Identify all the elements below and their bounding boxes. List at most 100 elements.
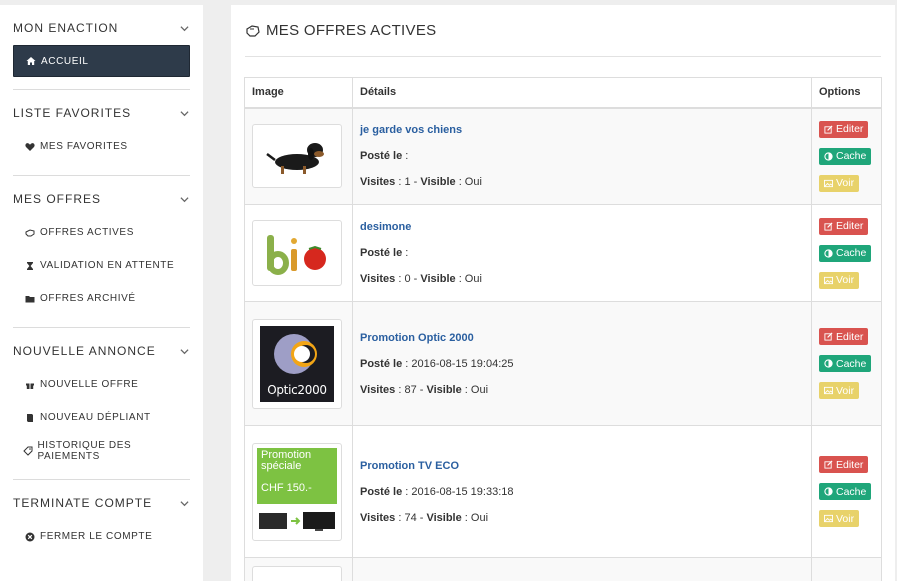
tag-icon [22,445,33,457]
hide-button[interactable]: Cache [819,355,872,372]
edit-icon [824,125,833,134]
details-cell [352,557,812,581]
offer-title-link[interactable]: Promotion Optic 2000 [360,332,804,344]
visits-label: Visites [360,273,396,285]
offers-table: Image Détails Options je garde vos chien… [244,77,882,581]
posted-label: Posté le [360,247,403,259]
sidebar-item-nouveau-depliant[interactable]: NOUVEAU DÉPLIANT [13,401,190,434]
posted-value: : 2016-08-15 19:04:25 [405,357,514,370]
column-header-details: Détails [352,77,812,109]
hourglass-icon [24,260,36,272]
sidebar-item-fermer-le-compte[interactable]: FERMER LE COMPTE [13,520,190,553]
options-cell: Editer Cache Voir [811,425,882,558]
view-button[interactable]: Voir [819,174,860,192]
section-header-nouvelle-annonce[interactable]: NOUVELLE ANNONCE [13,328,190,368]
visible-value: : Oui [458,176,482,189]
hide-button[interactable]: Cache [819,244,872,262]
table-header-row: Image Détails Options [244,77,882,109]
hide-label: Cache [836,150,867,163]
edit-label: Editer [836,458,864,471]
offer-thumbnail[interactable] [252,220,342,286]
sidebar-item-nouvelle-offre[interactable]: NOUVELLE OFFRE [13,368,190,401]
image-cell [244,107,353,205]
image-cell [244,204,353,302]
posted-line: Posté le : [360,150,804,162]
posted-label: Posté le [360,150,403,163]
section-mes-offres: MES OFFRES OFFRES ACTIVES VALIDATION EN … [13,176,190,328]
contrast-icon [824,152,833,161]
hide-label: Cache [836,357,867,370]
sidebar-item-accueil[interactable]: ACCUEIL [13,45,190,77]
home-icon [25,55,37,67]
section-header-mes-offres[interactable]: MES OFFRES [13,176,190,216]
edit-button[interactable]: Editer [819,328,869,345]
offer-thumbnail[interactable]: Promotion spéciale CHF 150.- [252,442,342,541]
contrast-icon [824,248,833,258]
view-label: Voir [836,274,855,286]
view-button[interactable]: Voir [819,382,860,399]
sidebar-item-offres-archive[interactable]: OFFRES ARCHIVÉ [13,282,190,315]
edit-button[interactable]: Editer [819,456,869,473]
column-header-options: Options [811,77,882,109]
section-header-liste-favorites[interactable]: LISTE FAVORITES [13,90,190,130]
visible-label: Visible [420,176,456,189]
sidebar-item-validation-en-attente[interactable]: VALIDATION EN ATTENTE [13,249,190,282]
offer-title-link[interactable]: Promotion TV ECO [360,460,804,472]
edit-label: Editer [836,220,864,232]
details-cell: je garde vos chiens Posté le : Visites :… [352,107,812,205]
sidebar-item-historique-des-paiements[interactable]: HISTORIQUE DES PAIEMENTS [13,434,190,467]
sidebar-item-label: HISTORIQUE DES PAIEMENTS [37,439,132,462]
chevron-down-icon [178,22,190,34]
offer-title-link[interactable]: desimone [360,221,804,233]
visible-value: : Oui [458,273,482,285]
sidebar-item-label: OFFRES ACTIVES [40,227,134,238]
options-cell: Editer Cache Voir [811,107,882,205]
tv-promo-banner: Promotion spéciale CHF 150.- [257,447,337,504]
image-cell: Promotion spéciale CHF 150.- [244,425,353,558]
edit-button[interactable]: Editer [819,120,869,138]
posted-value: : 2016-08-15 19:33:18 [405,485,514,498]
section-header-mon-enaction[interactable]: MON ENACTION [13,5,190,45]
sidebar-item-offres-actives[interactable]: OFFRES ACTIVES [13,216,190,249]
view-button[interactable]: Voir [819,510,860,527]
hide-label: Cache [836,247,867,259]
sidebar-item-label: NOUVEAU DÉPLIANT [40,412,151,423]
edit-label: Editer [836,123,864,136]
table-row: Promotion spéciale CHF 150.- Promotion T… [244,425,882,558]
view-label: Voir [836,512,855,525]
options-cell: Editer Cache Voir [811,204,882,302]
section-title: TERMINATE COMPTE [13,496,153,510]
offer-thumbnail[interactable] [252,124,342,189]
posted-value: : [405,150,409,163]
contrast-icon [824,359,833,368]
visits-line: Visites : 74 - Visible : Oui [360,512,804,524]
section-header-terminate-compte[interactable]: TERMINATE COMPTE [13,480,190,520]
optic2000-logo-icon: Optic2000 [260,325,334,402]
section-title: MON ENACTION [13,21,119,35]
posted-line: Posté le : 2016-08-15 19:04:25 [360,358,804,370]
posted-line: Posté le : 2016-08-15 19:33:18 [360,486,804,498]
edit-label: Editer [836,330,864,343]
tv-icon [259,511,335,531]
visits-label: Visites [360,176,396,189]
hide-button[interactable]: Cache [819,483,872,500]
book-icon [24,412,36,424]
edit-button[interactable]: Editer [819,217,869,235]
logo-text: Optic2000 [267,382,327,397]
visits-line: Visites : 1 - Visible : Oui [360,176,804,188]
chevron-down-icon [178,107,190,119]
offer-thumbnail[interactable] [252,566,342,581]
picture-icon [824,386,833,395]
posted-label: Posté le [360,357,403,370]
offer-title-link[interactable]: je garde vos chiens [360,124,804,136]
view-button[interactable]: Voir [819,271,860,289]
section-mon-enaction: MON ENACTION ACCUEIL [13,5,190,90]
image-cell: Optic2000 [244,301,353,426]
gift-icon [24,379,36,391]
offer-thumbnail[interactable]: Optic2000 [252,318,342,409]
hide-button[interactable]: Cache [819,147,872,165]
sidebar-item-mes-favorites[interactable]: MES FAVORITES [13,130,190,163]
posted-value: : [405,247,409,259]
view-label: Voir [836,177,855,190]
section-liste-favorites: LISTE FAVORITES MES FAVORITES [13,90,190,176]
